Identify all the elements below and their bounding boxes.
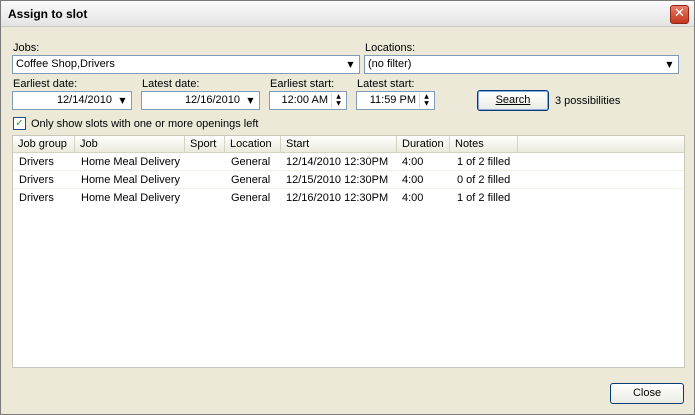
close-button-label: Close bbox=[632, 387, 662, 399]
possibilities-count: 3 possibilities bbox=[555, 95, 621, 107]
cell-job-group: Drivers bbox=[19, 156, 54, 168]
latest-start-spinner[interactable]: 11:59 PM ▲ ▼ bbox=[356, 91, 435, 110]
table-row[interactable]: Drivers Home Meal Delivery General 12/14… bbox=[13, 153, 684, 171]
locations-label: Locations: bbox=[365, 42, 416, 54]
latest-start-label: Latest start: bbox=[357, 78, 415, 90]
cell-location: General bbox=[231, 156, 271, 168]
locations-combo-value: (no filter) bbox=[368, 58, 412, 70]
arrow-up-icon[interactable]: ▲ bbox=[420, 93, 433, 100]
cell-location: General bbox=[231, 174, 271, 186]
latest-start-updown[interactable]: ▲ ▼ bbox=[419, 93, 433, 108]
jobs-combo-value: Coffee Shop,Drivers bbox=[16, 58, 115, 70]
earliest-date-label: Earliest date: bbox=[13, 78, 78, 90]
earliest-start-value: 12:00 AM bbox=[281, 94, 328, 106]
cell-start: 12/16/2010 12:30PM bbox=[286, 192, 389, 204]
column-header-sport[interactable]: Sport bbox=[185, 136, 225, 153]
column-header-notes[interactable]: Notes bbox=[450, 136, 518, 153]
earliest-date-value: 12/14/2010 bbox=[56, 94, 112, 106]
chevron-down-icon[interactable]: ▼ bbox=[243, 93, 258, 108]
chevron-down-icon[interactable]: ▼ bbox=[343, 57, 358, 72]
latest-date-label: Latest date: bbox=[142, 78, 200, 90]
assign-to-slot-dialog: Assign to slot ✕ Jobs: Coffee Shop,Drive… bbox=[0, 0, 695, 415]
search-button[interactable]: Search bbox=[477, 90, 549, 111]
dialog-content: Jobs: Coffee Shop,Drivers ▼ Locations: (… bbox=[1, 28, 694, 414]
cell-notes: 0 of 2 filled bbox=[457, 174, 511, 186]
window-title: Assign to slot bbox=[8, 7, 88, 21]
column-header-start[interactable]: Start bbox=[281, 136, 397, 153]
close-button[interactable]: Close bbox=[610, 383, 684, 404]
cell-location: General bbox=[231, 192, 271, 204]
cell-job-group: Drivers bbox=[19, 192, 54, 204]
cell-job: Home Meal Delivery bbox=[81, 156, 181, 168]
table-row[interactable]: Drivers Home Meal Delivery General 12/15… bbox=[13, 171, 684, 189]
cell-duration: 4:00 bbox=[402, 156, 424, 168]
arrow-down-icon[interactable]: ▼ bbox=[420, 100, 433, 107]
cell-start: 12/15/2010 12:30PM bbox=[286, 174, 389, 186]
checkmark-icon: ✓ bbox=[15, 118, 24, 129]
search-button-label: Search bbox=[495, 94, 531, 106]
earliest-start-updown[interactable]: ▲ ▼ bbox=[331, 93, 345, 108]
cell-job: Home Meal Delivery bbox=[81, 174, 181, 186]
column-header-job[interactable]: Job bbox=[75, 136, 185, 153]
earliest-start-label: Earliest start: bbox=[270, 78, 335, 90]
chevron-down-icon[interactable]: ▼ bbox=[115, 93, 130, 108]
only-openings-label[interactable]: Only show slots with one or more opening… bbox=[31, 118, 258, 130]
column-header-job-group[interactable]: Job group bbox=[13, 136, 75, 153]
arrow-down-icon[interactable]: ▼ bbox=[332, 100, 345, 107]
only-openings-checkbox[interactable]: ✓ bbox=[13, 117, 26, 130]
cell-notes: 1 of 2 filled bbox=[457, 156, 511, 168]
cell-duration: 4:00 bbox=[402, 192, 424, 204]
column-header-duration[interactable]: Duration bbox=[397, 136, 450, 153]
jobs-combo[interactable]: Coffee Shop,Drivers ▼ bbox=[12, 55, 360, 74]
table-header: Job group Job Sport Location Start Durat… bbox=[13, 136, 684, 153]
cell-job-group: Drivers bbox=[19, 174, 54, 186]
cell-notes: 1 of 2 filled bbox=[457, 192, 511, 204]
cell-job: Home Meal Delivery bbox=[81, 192, 181, 204]
cell-start: 12/14/2010 12:30PM bbox=[286, 156, 389, 168]
latest-start-value: 11:59 PM bbox=[369, 94, 416, 106]
earliest-start-spinner[interactable]: 12:00 AM ▲ ▼ bbox=[269, 91, 347, 110]
arrow-up-icon[interactable]: ▲ bbox=[332, 93, 345, 100]
latest-date-value: 12/16/2010 bbox=[184, 94, 240, 106]
jobs-label: Jobs: bbox=[13, 42, 40, 54]
earliest-date-picker[interactable]: 12/14/2010 ▼ bbox=[12, 91, 132, 110]
slots-table[interactable]: Job group Job Sport Location Start Durat… bbox=[12, 135, 685, 368]
cell-duration: 4:00 bbox=[402, 174, 424, 186]
latest-date-picker[interactable]: 12/16/2010 ▼ bbox=[141, 91, 260, 110]
locations-combo[interactable]: (no filter) ▼ bbox=[364, 55, 679, 74]
table-row[interactable]: Drivers Home Meal Delivery General 12/16… bbox=[13, 189, 684, 207]
close-icon[interactable]: ✕ bbox=[670, 5, 689, 24]
title-bar: Assign to slot ✕ bbox=[1, 1, 694, 27]
chevron-down-icon[interactable]: ▼ bbox=[662, 57, 677, 72]
column-header-location[interactable]: Location bbox=[225, 136, 281, 153]
